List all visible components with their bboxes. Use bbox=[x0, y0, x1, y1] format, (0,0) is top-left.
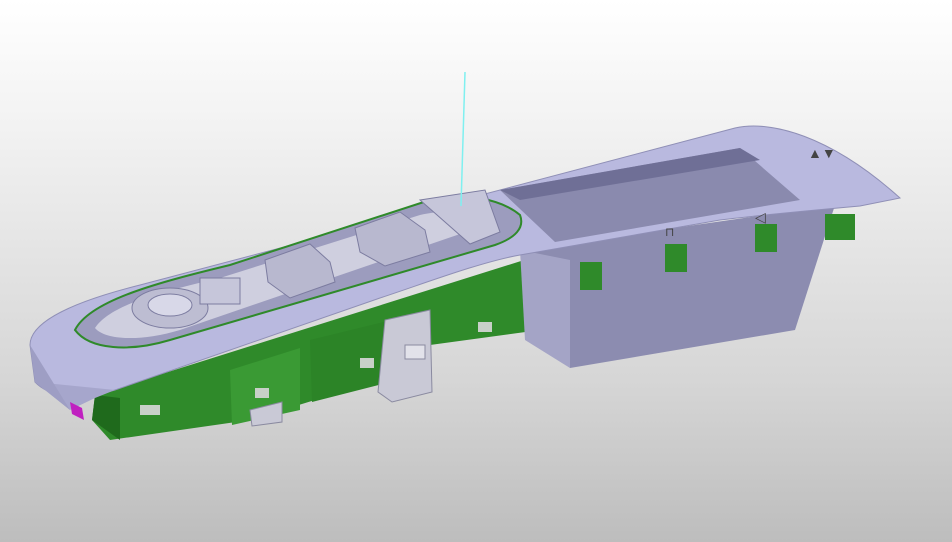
cad-viewport[interactable]: ▲▼ ◁ ⊓ bbox=[0, 0, 952, 542]
emboss-symbol: ◁ bbox=[755, 209, 766, 225]
emboss-arrows: ▲▼ bbox=[808, 145, 836, 161]
cad-model-render[interactable]: ▲▼ ◁ ⊓ bbox=[0, 0, 952, 542]
axis-line bbox=[460, 71, 466, 207]
emboss-logo: ⊓ bbox=[665, 225, 674, 239]
